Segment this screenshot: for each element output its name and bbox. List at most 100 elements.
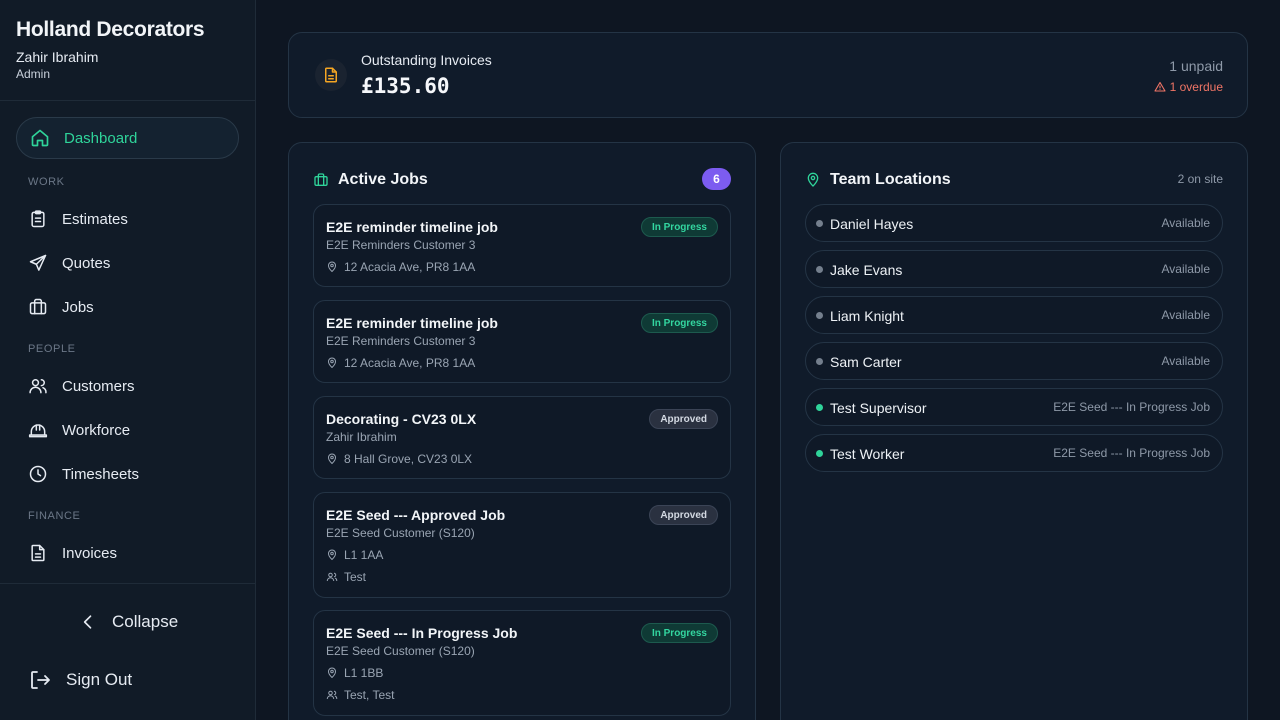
- job-address: 12 Acacia Ave, PR8 1AA: [326, 356, 475, 370]
- section-label-finance: FINANCE: [28, 510, 81, 522]
- home-icon: [31, 129, 49, 147]
- job-card[interactable]: E2E reminder timeline job E2E Reminders …: [313, 300, 731, 383]
- sidebar-item-label: Invoices: [62, 544, 118, 562]
- section-label-work: WORK: [28, 176, 65, 188]
- team-member-row[interactable]: Test Supervisor E2E Seed --- In Progress…: [805, 388, 1223, 426]
- team-member-row[interactable]: Jake Evans Available: [805, 250, 1223, 288]
- sidebar-item-estimates[interactable]: Estimates: [28, 207, 128, 231]
- sidebar-item-jobs[interactable]: Jobs: [28, 295, 94, 319]
- job-card[interactable]: E2E reminder timeline job E2E Reminders …: [313, 204, 731, 287]
- status-badge: In Progress: [640, 313, 718, 333]
- team-member-row[interactable]: Daniel Hayes Available: [805, 204, 1223, 242]
- job-title: E2E Seed --- Approved Job: [326, 507, 506, 523]
- job-title: E2E Seed --- In Progress Job: [326, 625, 518, 641]
- sidebar-item-invoices[interactable]: Invoices: [28, 541, 117, 565]
- briefcase-icon: [29, 298, 47, 315]
- users-icon: [326, 690, 338, 700]
- sidebar-item-timesheets[interactable]: Timesheets: [28, 462, 139, 486]
- map-pin-icon: [807, 172, 819, 187]
- status-dot: [816, 450, 823, 457]
- team-member-row[interactable]: Sam Carter Available: [805, 342, 1223, 380]
- sidebar-item-label: Dashboard: [64, 129, 138, 147]
- team-locations-header: Team Locations: [805, 171, 951, 189]
- member-name: Sam Carter: [830, 354, 902, 370]
- sidebar-divider: [0, 583, 255, 584]
- sidebar-item-workforce[interactable]: Workforce: [28, 418, 130, 442]
- job-address: 8 Hall Grove, CV23 0LX: [326, 452, 472, 466]
- collapse-button[interactable]: Collapse: [78, 612, 178, 632]
- warning-icon: [1154, 81, 1166, 92]
- sidebar-item-label: Customers: [62, 377, 135, 395]
- status-dot: [816, 404, 823, 411]
- member-status: Available: [1161, 354, 1210, 368]
- job-customer: Zahir Ibrahim: [326, 430, 397, 444]
- map-pin-icon: [327, 549, 337, 561]
- status-dot: [816, 220, 823, 227]
- sidebar-item-dashboard[interactable]: Dashboard: [16, 117, 239, 159]
- users-icon: [326, 572, 338, 582]
- map-pin-icon: [327, 357, 337, 369]
- member-status: E2E Seed --- In Progress Job: [1053, 446, 1210, 460]
- sidebar-item-label: Jobs: [62, 298, 94, 316]
- invoices-title: Outstanding Invoices: [361, 52, 492, 68]
- member-name: Test Supervisor: [830, 400, 927, 416]
- member-name: Test Worker: [830, 446, 905, 462]
- team-locations-title: Team Locations: [830, 171, 951, 188]
- active-jobs-title: Active Jobs: [338, 171, 428, 188]
- brand-block: Holland Decorators Zahir Ibrahim Admin: [16, 18, 205, 81]
- job-card[interactable]: E2E Seed --- In Progress Job E2E Seed Cu…: [313, 610, 731, 716]
- team-member-row[interactable]: Liam Knight Available: [805, 296, 1223, 334]
- log-out-icon: [31, 671, 50, 689]
- status-dot: [816, 358, 823, 365]
- sidebar-item-quotes[interactable]: Quotes: [28, 251, 110, 275]
- job-address: L1 1AA: [326, 548, 383, 562]
- user-name: Zahir Ibrahim: [16, 49, 99, 65]
- member-status: Available: [1161, 216, 1210, 230]
- job-address: L1 1BB: [326, 666, 383, 680]
- active-jobs-header: Active Jobs: [313, 171, 428, 189]
- active-jobs-card: Active Jobs 6 E2E reminder timeline job …: [288, 142, 756, 720]
- sidebar-item-label: Timesheets: [62, 465, 139, 483]
- sidebar-divider: [0, 100, 255, 101]
- map-pin-icon: [327, 453, 337, 465]
- sidebar-item-customers[interactable]: Customers: [28, 374, 135, 398]
- job-address-text: 8 Hall Grove, CV23 0LX: [344, 452, 473, 466]
- member-name: Daniel Hayes: [830, 216, 914, 232]
- status-badge: In Progress: [640, 623, 718, 643]
- status-dot: [816, 312, 823, 319]
- member-name: Liam Knight: [830, 308, 904, 324]
- job-address-text: L1 1BB: [344, 666, 384, 680]
- clipboard-icon: [31, 210, 45, 228]
- member-status: E2E Seed --- In Progress Job: [1053, 400, 1210, 414]
- member-status: Available: [1161, 262, 1210, 276]
- section-label-people: PEOPLE: [28, 343, 76, 355]
- job-team-text: Test, Test: [344, 688, 395, 702]
- briefcase-icon: [314, 173, 328, 186]
- job-address-text: 12 Acacia Ave, PR8 1AA: [344, 356, 476, 370]
- job-address-text: 12 Acacia Ave, PR8 1AA: [344, 260, 476, 274]
- status-badge: In Progress: [640, 217, 718, 237]
- job-customer: E2E Seed Customer (S120): [326, 644, 475, 658]
- send-icon: [29, 254, 47, 271]
- map-pin-icon: [327, 261, 337, 273]
- team-locations-card: Team Locations 2 on site Daniel Hayes Av…: [780, 142, 1248, 720]
- sign-out-button[interactable]: Sign Out: [28, 668, 132, 692]
- job-title: E2E reminder timeline job: [326, 219, 498, 235]
- brand-name: Holland Decorators: [16, 18, 205, 41]
- job-customer: E2E Seed Customer (S120): [326, 526, 475, 540]
- job-team: Test: [326, 570, 366, 584]
- outstanding-invoices-card[interactable]: Outstanding Invoices £135.60 1 unpaid 1 …: [288, 32, 1248, 118]
- job-card[interactable]: Decorating - CV23 0LX Zahir Ibrahim 8 Ha…: [313, 396, 731, 479]
- clock-icon: [29, 465, 47, 483]
- overdue-indicator: 1 overdue: [1154, 80, 1223, 94]
- file-text-icon: [31, 544, 45, 562]
- overdue-count: 1 overdue: [1169, 80, 1223, 94]
- status-badge: Approved: [649, 505, 718, 525]
- job-address: 12 Acacia Ave, PR8 1AA: [326, 260, 475, 274]
- team-member-row[interactable]: Test Worker E2E Seed --- In Progress Job: [805, 434, 1223, 472]
- invoices-amount: £135.60: [361, 74, 450, 98]
- job-card[interactable]: E2E Seed --- Approved Job E2E Seed Custo…: [313, 492, 731, 598]
- status-dot: [816, 266, 823, 273]
- sign-out-label: Sign Out: [66, 670, 133, 689]
- chevron-left-icon: [83, 615, 92, 629]
